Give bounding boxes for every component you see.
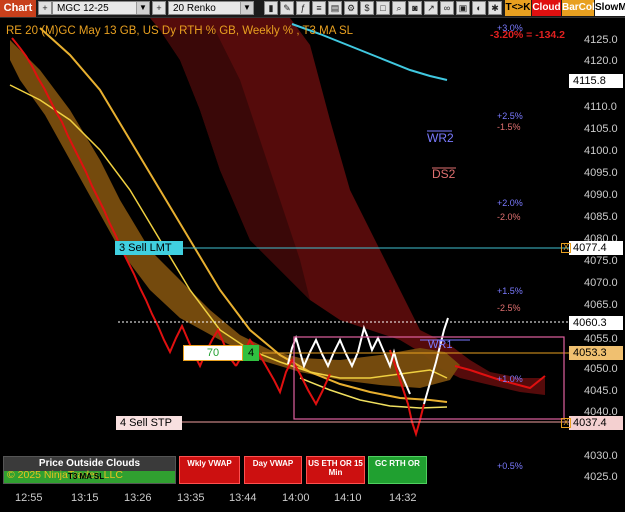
- instrument-selector[interactable]: MGC 12-25 ▼: [52, 1, 150, 15]
- close-order-icon[interactable]: X: [561, 418, 571, 428]
- barcol-toggle-button[interactable]: BarCol: [562, 0, 595, 16]
- price-tick: 4025.0: [584, 471, 618, 483]
- template-icon[interactable]: ▤: [328, 1, 342, 15]
- properties-icon[interactable]: ⚙: [344, 1, 358, 15]
- ds2-label: DS2: [432, 167, 456, 181]
- cloud-toggle-button[interactable]: Cloud: [532, 0, 561, 16]
- copyright-text: © 2025 NinjaTrader, LLC: [7, 469, 123, 481]
- window-icon[interactable]: ▣: [456, 1, 470, 15]
- pct-label: -1.5%: [497, 122, 521, 132]
- zoom-icon[interactable]: ⌕: [392, 1, 406, 15]
- bar-type-selector[interactable]: 20 Renko ▼: [168, 1, 254, 15]
- time-tick: 12:55: [15, 492, 43, 504]
- sell-limit-order-tag[interactable]: 3 Sell LMT: [115, 241, 183, 255]
- data-box-icon[interactable]: □: [376, 1, 390, 15]
- time-tick: 14:00: [282, 492, 310, 504]
- strategy-icon[interactable]: ≡: [312, 1, 326, 15]
- ma-sl-label: T3 MA SL: [68, 472, 105, 481]
- close-order-icon[interactable]: X: [561, 243, 571, 253]
- plus-icon[interactable]: +: [152, 1, 166, 15]
- time-tick: 13:15: [71, 492, 99, 504]
- drawing-icon[interactable]: ✎: [280, 1, 294, 15]
- pct-label: -2.0%: [497, 212, 521, 222]
- price-tick: 4105.0: [584, 123, 618, 135]
- time-tick: 13:35: [177, 492, 205, 504]
- pct-label: +0.5%: [497, 461, 523, 471]
- gc-rth-or-button[interactable]: GC RTH OR: [368, 456, 427, 484]
- chart-title: RE 20 (M)GC May 13 GB, US Dy RTH % GB, W…: [6, 25, 354, 37]
- bars-icon[interactable]: ▮: [264, 1, 278, 15]
- price-tick: 4110.0: [584, 101, 617, 113]
- price-tick: 4095.0: [584, 167, 618, 179]
- price-tick: 4100.0: [584, 145, 618, 157]
- price-chart-area[interactable]: [0, 18, 580, 488]
- price-tick: 4090.0: [584, 189, 618, 201]
- wr1-label: WR1: [428, 339, 453, 351]
- snapshot-icon[interactable]: ◙: [408, 1, 422, 15]
- price-tick: 4125.0: [584, 34, 618, 46]
- price-tick: 4120.0: [584, 55, 618, 67]
- position-quantity-badge: 4: [243, 345, 259, 361]
- price-tick: 4065.0: [584, 299, 618, 311]
- pct-label: +3.0%: [497, 23, 523, 33]
- chart-trader-icon[interactable]: $: [360, 1, 374, 15]
- instrument-value: MGC 12-25: [57, 3, 109, 14]
- settings-icon[interactable]: ✱: [488, 1, 502, 15]
- us-eth-or-button[interactable]: US ETH OR 15 Min: [306, 456, 365, 484]
- price-tick: 4075.0: [584, 255, 618, 267]
- price-label-top: 4115.8: [569, 74, 623, 88]
- price-label-sell-stop: 4037.4: [569, 416, 623, 430]
- panel-title: Price Outside Clouds: [38, 458, 141, 469]
- time-tick: 13:44: [229, 492, 257, 504]
- wr2-label: WR2: [427, 131, 454, 145]
- weekly-vwap-button[interactable]: Wkly VWAP: [179, 456, 240, 484]
- indicator-icon[interactable]: ƒ: [296, 1, 310, 15]
- price-label-box: 4053.3: [569, 346, 623, 360]
- price-tick: 4055.0: [584, 333, 618, 345]
- price-label-sell-limit: 4077.4: [569, 241, 623, 255]
- time-tick: 13:26: [124, 492, 152, 504]
- price-label-current: 4060.3: [569, 316, 623, 330]
- pct-label: +1.5%: [497, 286, 523, 296]
- price-tick: 4070.0: [584, 277, 618, 289]
- pct-label: -2.5%: [497, 303, 521, 313]
- chart-toolbar: Chart + MGC 12-25 ▼ + 20 Renko ▼ ▮ ✎ ƒ ≡…: [0, 0, 625, 18]
- pct-label: +2.5%: [497, 111, 523, 121]
- time-tick: 14:32: [389, 492, 417, 504]
- chart-tab[interactable]: Chart: [0, 0, 36, 17]
- bar-type-value: 20 Renko: [173, 3, 216, 14]
- day-vwap-button[interactable]: Day VWAP: [244, 456, 302, 484]
- price-tick: 4045.0: [584, 385, 618, 397]
- price-tick: 4050.0: [584, 363, 618, 375]
- crosshair-icon[interactable]: +: [38, 1, 52, 15]
- chevron-down-icon: ▼: [136, 2, 149, 14]
- chevron-down-icon: ▼: [240, 2, 253, 14]
- share-icon[interactable]: ↗: [424, 1, 438, 15]
- lock-icon[interactable]: ◐: [472, 1, 486, 15]
- tk-toggle-button[interactable]: T<>K: [505, 0, 531, 16]
- pct-label: +2.0%: [497, 198, 523, 208]
- time-tick: 14:10: [334, 492, 362, 504]
- link-icon[interactable]: ∞: [440, 1, 454, 15]
- slowm-toggle-button[interactable]: SlowM: [595, 0, 625, 16]
- price-tick: 4085.0: [584, 211, 618, 223]
- pct-label: +1.0%: [497, 374, 523, 384]
- sell-stop-order-tag[interactable]: 4 Sell STP: [116, 416, 182, 430]
- price-tick: 4030.0: [584, 450, 618, 462]
- quantity-box[interactable]: 70: [183, 345, 243, 361]
